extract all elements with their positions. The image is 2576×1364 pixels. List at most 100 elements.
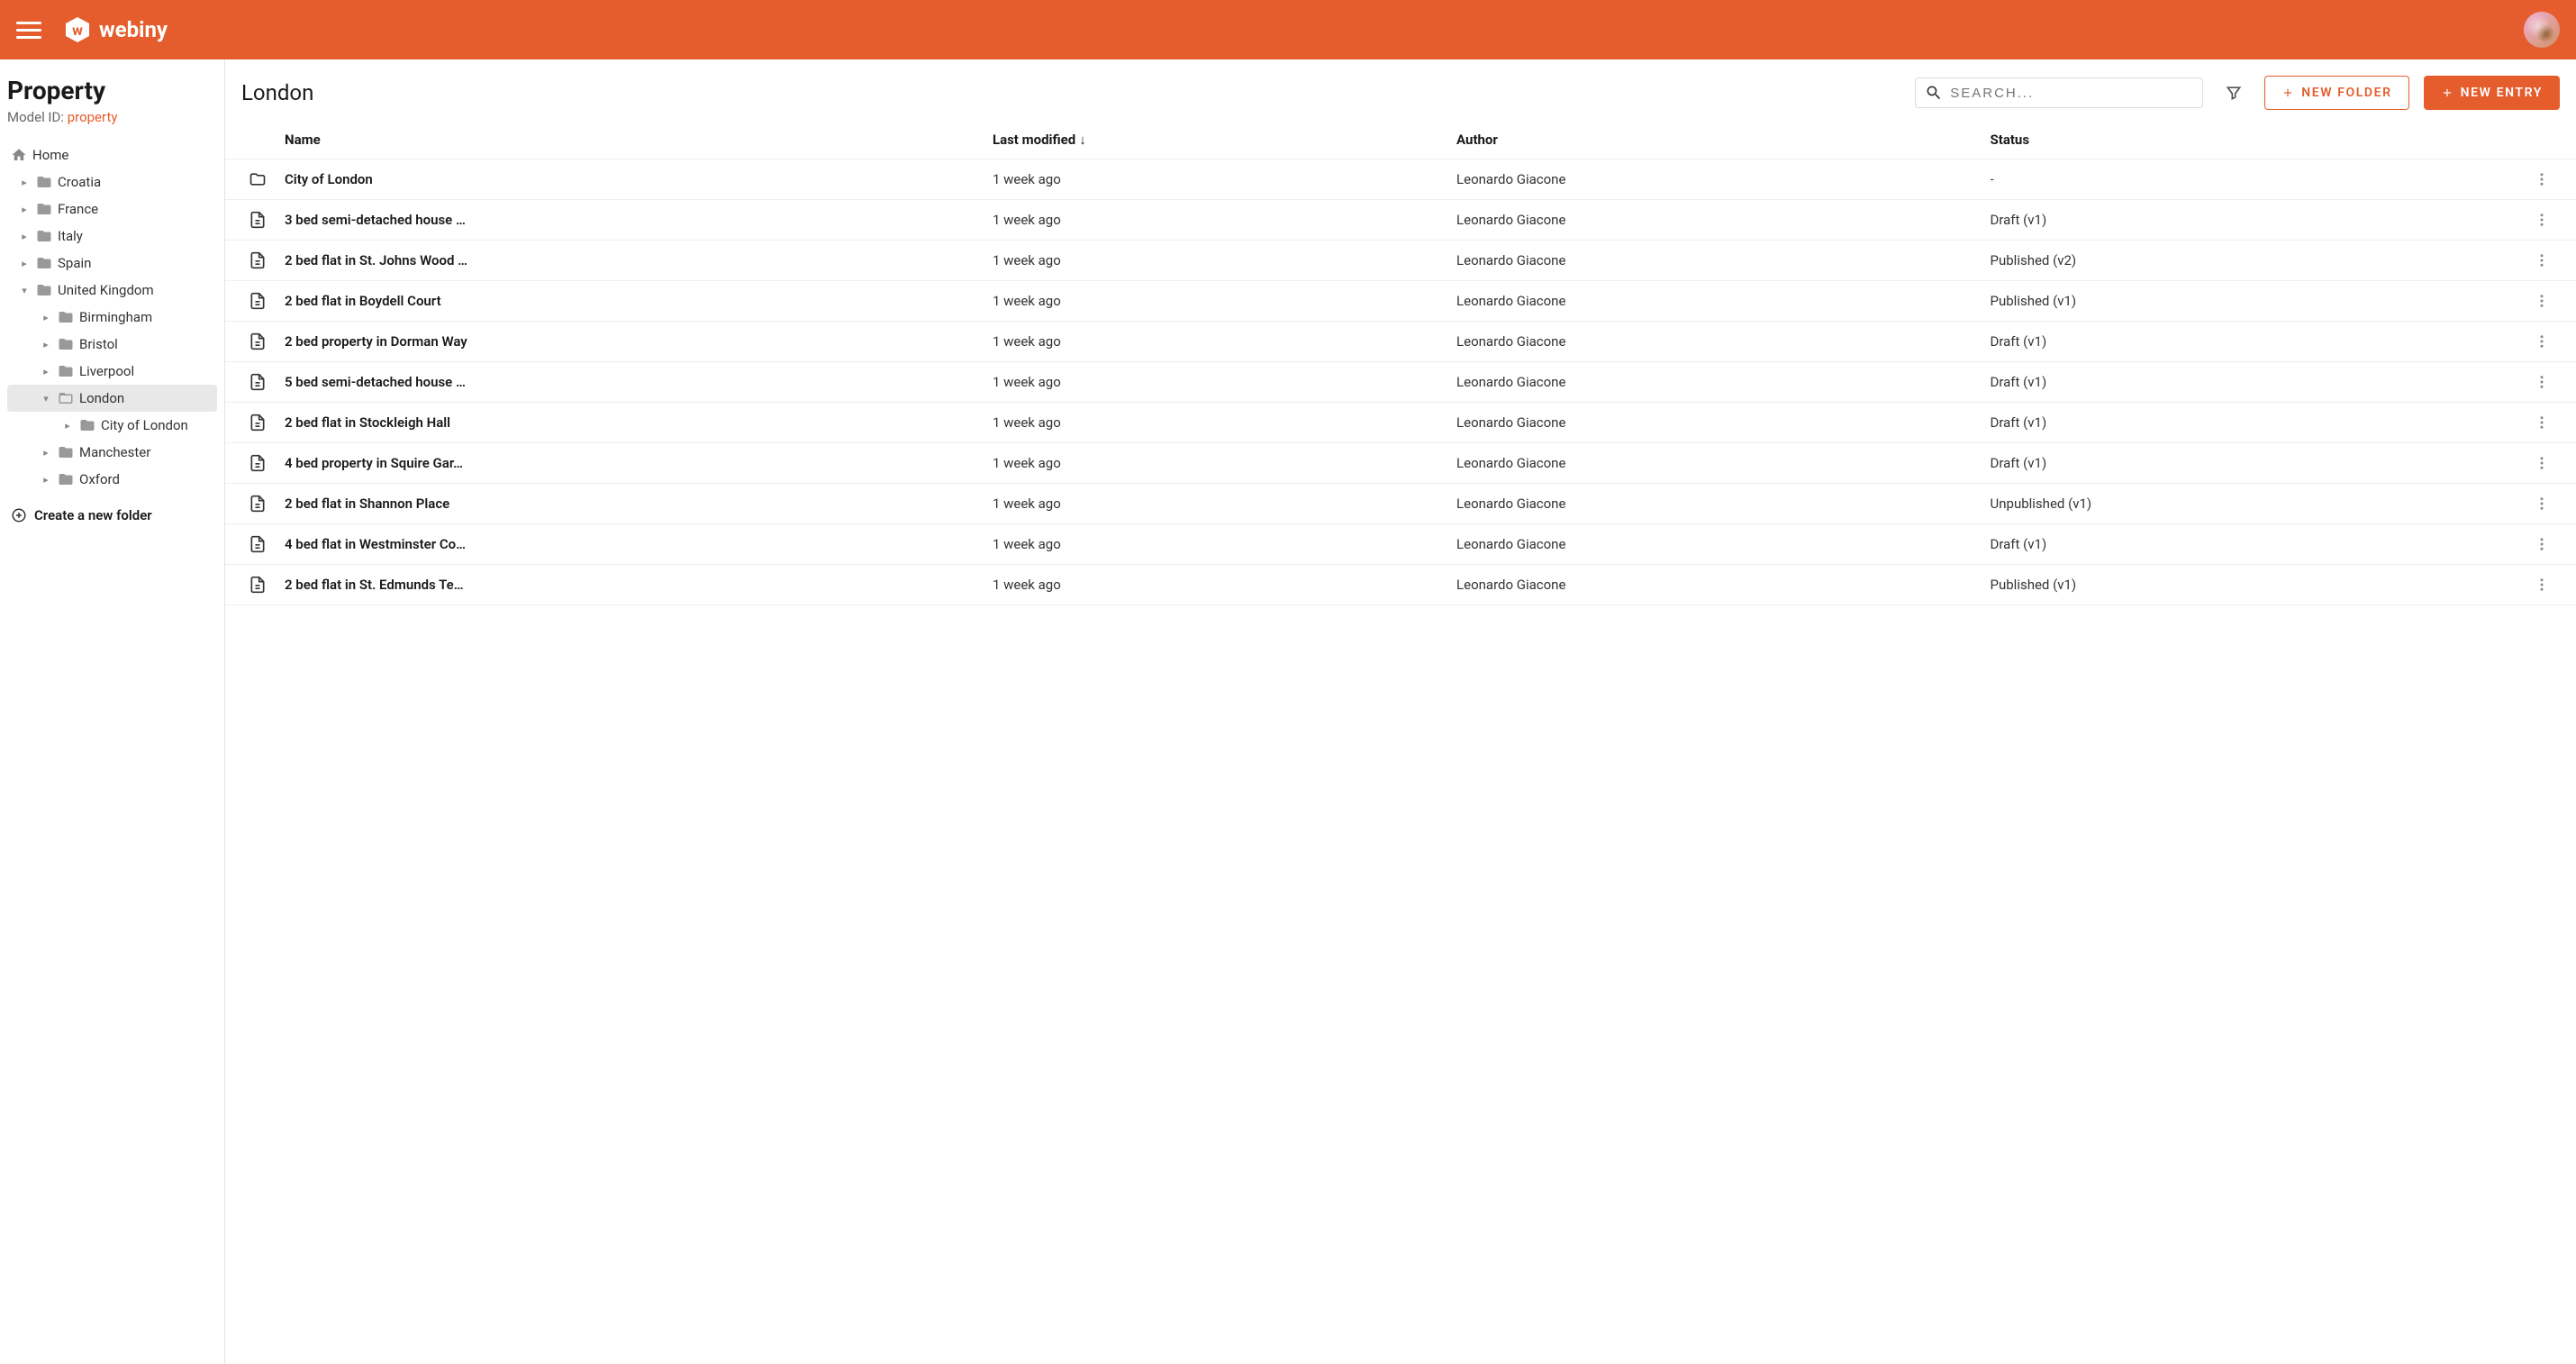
col-status[interactable]: Status bbox=[1991, 132, 2513, 148]
row-actions-button[interactable] bbox=[2524, 496, 2560, 512]
new-entry-label: NEW ENTRY bbox=[2461, 86, 2543, 100]
row-status: Draft (v1) bbox=[1991, 536, 2513, 552]
create-folder-button[interactable]: Create a new folder bbox=[7, 498, 217, 532]
table-row[interactable]: 2 bed flat in St. Johns Wood …1 week ago… bbox=[225, 241, 2576, 281]
row-modified: 1 week ago bbox=[993, 333, 1446, 350]
row-actions-button[interactable] bbox=[2524, 577, 2560, 593]
tree-item-london[interactable]: ▾London bbox=[7, 385, 217, 412]
menu-toggle[interactable] bbox=[16, 17, 41, 42]
row-name: 4 bed property in Squire Gar… bbox=[285, 455, 982, 471]
row-status: Published (v1) bbox=[1991, 293, 2513, 309]
row-modified: 1 week ago bbox=[993, 374, 1446, 390]
folder-icon bbox=[36, 255, 52, 271]
svg-text:w: w bbox=[72, 22, 83, 39]
tree-item-label: Bristol bbox=[79, 336, 213, 352]
row-actions-button[interactable] bbox=[2524, 171, 2560, 187]
document-icon bbox=[241, 332, 274, 350]
row-status: Draft (v1) bbox=[1991, 455, 2513, 471]
table-row[interactable]: 2 bed property in Dorman Way1 week agoLe… bbox=[225, 322, 2576, 362]
folder-icon bbox=[58, 444, 74, 460]
row-status: Unpublished (v1) bbox=[1991, 496, 2513, 512]
row-name: 2 bed flat in Stockleigh Hall bbox=[285, 414, 982, 431]
search-box[interactable] bbox=[1915, 77, 2203, 108]
row-actions-button[interactable] bbox=[2524, 293, 2560, 309]
row-actions-button[interactable] bbox=[2524, 536, 2560, 552]
row-modified: 1 week ago bbox=[993, 455, 1446, 471]
tree-home-label: Home bbox=[32, 147, 213, 163]
table-row[interactable]: 2 bed flat in Stockleigh Hall1 week agoL… bbox=[225, 403, 2576, 443]
document-icon bbox=[241, 576, 274, 594]
table-row[interactable]: 2 bed flat in Shannon Place1 week agoLeo… bbox=[225, 484, 2576, 524]
col-name[interactable]: Name bbox=[285, 132, 982, 148]
row-author: Leonardo Giacone bbox=[1456, 455, 1979, 471]
row-actions-button[interactable] bbox=[2524, 374, 2560, 390]
table-header: Name Last modified↓ Author Status bbox=[225, 121, 2576, 159]
tree-item-liverpool[interactable]: ▸ Liverpool bbox=[7, 358, 217, 385]
plus-icon bbox=[2281, 86, 2294, 99]
tree-item-italy[interactable]: ▸Italy bbox=[7, 223, 217, 250]
row-name: 2 bed flat in Shannon Place bbox=[285, 496, 982, 512]
row-actions-button[interactable] bbox=[2524, 212, 2560, 228]
tree-item-label: United Kingdom bbox=[58, 282, 213, 298]
brand-logo[interactable]: w webiny bbox=[63, 15, 168, 44]
col-author[interactable]: Author bbox=[1456, 132, 1979, 148]
tree-item-croatia[interactable]: ▸Croatia bbox=[7, 168, 217, 196]
row-author: Leonardo Giacone bbox=[1456, 496, 1979, 512]
main: London NEW FOLDER NEW ENTRY Name Last mo bbox=[225, 59, 2576, 1364]
row-actions-button[interactable] bbox=[2524, 414, 2560, 431]
table-row[interactable]: 4 bed property in Squire Gar… 1 week ago L… bbox=[225, 443, 2576, 484]
tree-item-label: Manchester bbox=[79, 444, 213, 460]
table-row[interactable]: City of London1 week agoLeonardo Giacone… bbox=[225, 159, 2576, 200]
row-author: Leonardo Giacone bbox=[1456, 374, 1979, 390]
row-name: 2 bed flat in Boydell Court bbox=[285, 293, 982, 309]
table-row[interactable]: 2 bed flat in Boydell Court1 week agoLeo… bbox=[225, 281, 2576, 322]
tree-item-label: Liverpool bbox=[79, 363, 213, 379]
col-modified[interactable]: Last modified↓ bbox=[993, 132, 1446, 148]
table-row[interactable]: 2 bed flat in St. Edmunds Te…1 week agoL… bbox=[225, 565, 2576, 605]
chevron-right-icon: ▸ bbox=[40, 312, 52, 323]
row-name: City of London bbox=[285, 171, 982, 187]
table-row[interactable]: 3 bed semi-detached house …1 week agoLeo… bbox=[225, 200, 2576, 241]
tree-item-label: Spain bbox=[58, 255, 213, 271]
chevron-right-icon: ▸ bbox=[61, 420, 74, 432]
tree-item-birmingham[interactable]: ▸Birmingham bbox=[7, 304, 217, 331]
tree-item-spain[interactable]: ▸Spain bbox=[7, 250, 217, 277]
chevron-right-icon: ▸ bbox=[40, 366, 52, 377]
table-row[interactable]: 4 bed flat in Westminster Co…1 week agoL… bbox=[225, 524, 2576, 565]
folder-icon bbox=[79, 417, 95, 433]
table-row[interactable]: 5 bed semi-detached house …1 week agoLeo… bbox=[225, 362, 2576, 403]
user-avatar[interactable] bbox=[2524, 12, 2560, 48]
tree-item-label: Oxford bbox=[79, 471, 213, 487]
row-name: 2 bed property in Dorman Way bbox=[285, 333, 982, 350]
chevron-right-icon: ▸ bbox=[40, 447, 52, 459]
tree-item-united-kingdom[interactable]: ▾United Kingdom bbox=[7, 277, 217, 304]
tree-item-city-of-london[interactable]: ▸City of London bbox=[7, 412, 217, 439]
row-name: 2 bed flat in St. Johns Wood … bbox=[285, 252, 982, 268]
tree-item-oxford[interactable]: ▸Oxford bbox=[7, 466, 217, 493]
new-entry-button[interactable]: NEW ENTRY bbox=[2424, 76, 2560, 110]
folder-icon bbox=[58, 390, 74, 406]
row-author: Leonardo Giacone bbox=[1456, 414, 1979, 431]
new-folder-button[interactable]: NEW FOLDER bbox=[2264, 76, 2408, 110]
row-status: Draft (v1) bbox=[1991, 414, 2513, 431]
tree-item-france[interactable]: ▸France bbox=[7, 196, 217, 223]
model-id-link[interactable]: property bbox=[68, 109, 118, 125]
chevron-right-icon: ▸ bbox=[40, 339, 52, 350]
tree-item-manchester[interactable]: ▸ Manchester bbox=[7, 439, 217, 466]
chevron-right-icon: ▸ bbox=[18, 204, 31, 215]
row-author: Leonardo Giacone bbox=[1456, 536, 1979, 552]
folder-icon bbox=[241, 170, 274, 188]
folder-tree: ▸Croatia▸France▸Italy▸Spain▾United Kingd… bbox=[7, 168, 217, 493]
row-actions-button[interactable] bbox=[2524, 455, 2560, 471]
folder-icon bbox=[58, 309, 74, 325]
sidebar-title: Property bbox=[7, 76, 217, 105]
topbar-left: w webiny bbox=[16, 15, 168, 44]
tree-item-bristol[interactable]: ▸ Bristol bbox=[7, 331, 217, 358]
tree-home[interactable]: Home bbox=[7, 141, 217, 168]
row-actions-button[interactable] bbox=[2524, 333, 2560, 350]
search-input[interactable] bbox=[1950, 86, 2193, 101]
new-folder-label: NEW FOLDER bbox=[2301, 86, 2391, 100]
filter-button[interactable] bbox=[2218, 77, 2250, 109]
document-icon bbox=[241, 292, 274, 310]
row-actions-button[interactable] bbox=[2524, 252, 2560, 268]
